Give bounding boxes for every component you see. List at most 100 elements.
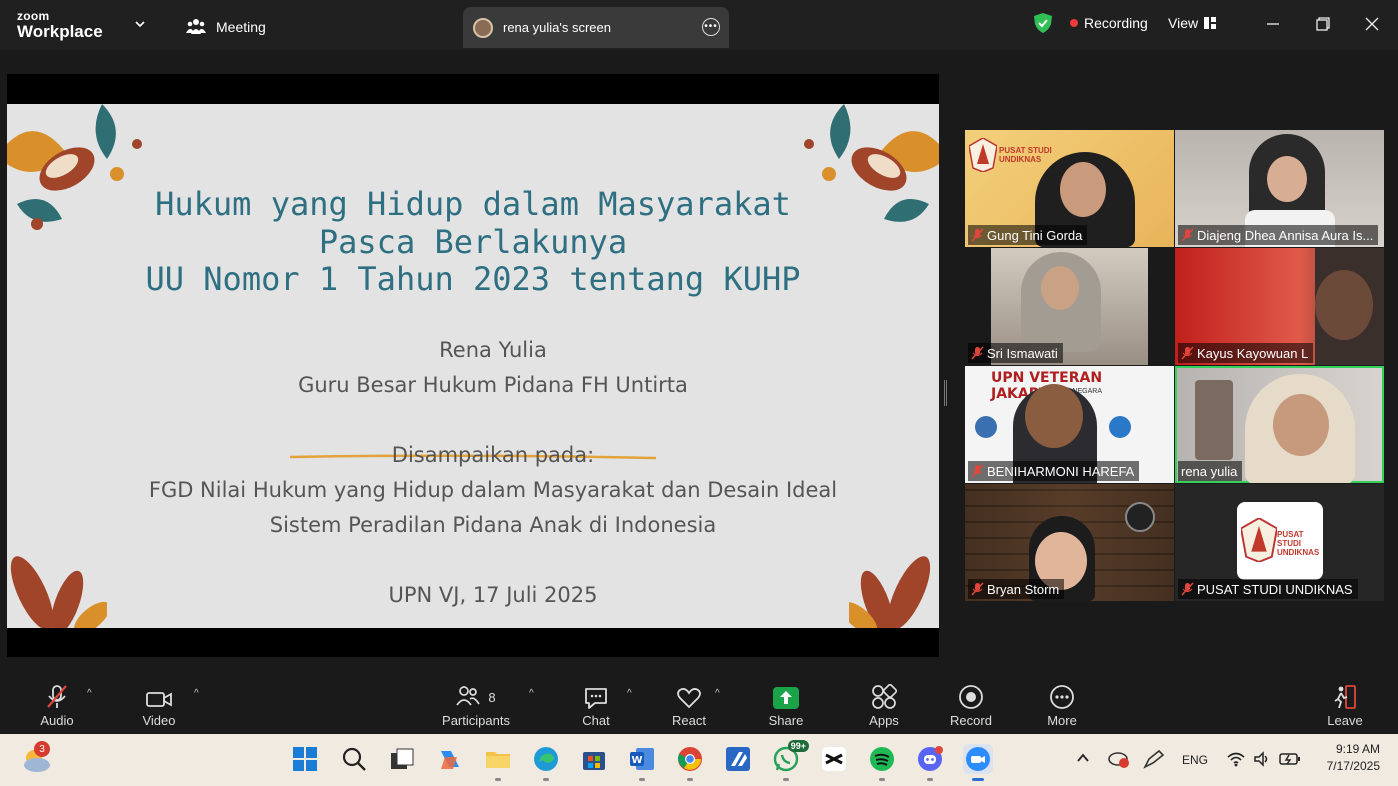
view-button[interactable]: View [1168,15,1217,31]
pen-icon[interactable] [1143,749,1165,769]
edge-icon [534,747,558,771]
video-tile[interactable]: PUSAT STUDI UNDIKNAS PUSAT STUDI UNDIKNAS [1175,484,1384,601]
person-face [1273,394,1329,456]
running-indicator [783,778,789,781]
recording-indicator[interactable]: Recording [1070,15,1148,31]
tab-shared-screen[interactable]: rena yulia's screen ••• [463,7,729,48]
record-button[interactable]: Record [948,680,994,734]
chevron-down-icon[interactable] [133,17,147,31]
react-label: React [672,713,706,728]
video-tile[interactable]: Bryan Storm [965,484,1174,601]
profile-picture: PUSAT STUDI UNDIKNAS [1237,502,1323,580]
video-options-caret-icon[interactable]: ^ [194,688,199,699]
video-tile-active-speaker[interactable]: rena yulia [1175,366,1384,483]
chat-label: Chat [582,713,610,728]
video-tile[interactable]: UPN VETERAN JAKARTA BELA NEGARA BENIHARM… [965,366,1174,483]
undiknas-logo-icon [1241,518,1277,562]
battery-icon[interactable] [1279,751,1301,767]
minimize-button[interactable] [1263,14,1283,34]
logo-bottom: Workplace [17,22,103,41]
chat-button[interactable]: Chat [578,680,614,734]
apps-button[interactable]: Apps [864,680,904,734]
zoom-icon [966,747,990,771]
tile-logo-line: UNDIKNAS [999,154,1042,164]
leave-button[interactable]: Leave [1325,680,1365,734]
chrome-app[interactable] [675,744,705,781]
participant-nameplate: Sri Ismawati [968,343,1063,363]
person-face [1267,156,1307,202]
more-label: More [1047,713,1077,728]
view-label: View [1168,15,1199,31]
start-button[interactable] [290,744,320,774]
slide-presenter: Rena Yulia [439,338,547,362]
profile-logo-text: PUSAT STUDI UNDIKNAS [1277,530,1323,558]
participant-name: Bryan Storm [987,581,1060,597]
background-object [1195,380,1233,460]
record-label: Record [950,713,992,728]
share-screen-icon [773,687,799,709]
onedrive-icon[interactable] [1108,749,1130,769]
blu-logo-icon [1109,416,1131,438]
presentation-slide[interactable]: Hukum yang Hidup dalam Masyarakat Pasca … [7,104,939,628]
whatsapp-app[interactable]: 99+ [771,740,809,781]
slide-event-line: FGD Nilai Hukum yang Hidup dalam Masyara… [148,478,838,502]
word-icon: W [630,748,654,770]
file-explorer-app[interactable] [483,744,513,781]
more-button[interactable]: More [1042,680,1082,734]
participant-nameplate: Kayus Kayowuan L [1178,343,1314,363]
recording-label: Recording [1084,15,1148,31]
chat-icon [585,688,607,709]
video-tile[interactable]: Kayus Kayowuan L [1175,248,1384,365]
splitter-handle[interactable] [944,380,947,406]
chat-options-caret-icon[interactable]: ^ [627,688,632,699]
shield-check-icon[interactable] [1034,13,1052,33]
spotify-app[interactable] [867,744,897,781]
mic-off-icon [1181,346,1194,360]
participant-nameplate: rena yulia [1178,461,1243,481]
language-indicator[interactable]: ENG [1182,753,1208,767]
close-button[interactable] [1362,14,1382,34]
running-indicator [879,778,885,781]
video-tile[interactable]: PUSAT STUDI UNDIKNAS Gung Tini Gorda [965,130,1174,247]
store-app[interactable] [579,744,609,774]
word-app[interactable]: W [627,744,657,781]
video-button[interactable]: Video [138,680,180,734]
volume-icon[interactable] [1253,751,1271,767]
avatar [473,17,493,38]
chevron-up-icon[interactable] [1076,751,1090,765]
task-view-button[interactable] [387,744,417,774]
participant-nameplate: Bryan Storm [968,579,1065,599]
zoom-logo: zoom Workplace [17,10,103,40]
store-icon [583,752,605,770]
audio-options-caret-icon[interactable]: ^ [87,688,92,699]
edge-app[interactable] [531,744,561,781]
audio-button[interactable]: Audio [36,680,78,734]
search-button[interactable] [339,744,369,774]
video-tile[interactable]: Sri Ismawati [965,248,1174,365]
zoom-app[interactable] [963,744,993,781]
restore-button[interactable] [1313,14,1333,34]
copilot-icon [441,751,459,769]
participant-nameplate: PUSAT STUDI UNDIKNAS [1178,579,1358,599]
people-icon [186,19,206,34]
weather-widget[interactable]: 3 [20,741,52,774]
participants-options-caret-icon[interactable]: ^ [529,688,534,699]
react-button[interactable]: React [669,680,709,734]
participants-label: Participants [442,713,510,728]
spotify-icon [870,747,894,771]
capcut-app[interactable] [819,744,849,774]
clock[interactable]: 9:19 AM 7/17/2025 [1310,742,1380,773]
discord-app[interactable] [915,744,945,781]
vscode-app[interactable] [723,744,753,774]
slide-title-line: Pasca Berlakunya [318,222,628,261]
share-button[interactable]: Share [766,680,806,734]
windows-taskbar: 3 W 99+ ENG 9:19 AM 7/17/2025 [0,734,1398,786]
react-options-caret-icon[interactable]: ^ [715,688,720,699]
participants-button[interactable]: 8 Participants [440,680,512,734]
wifi-icon[interactable] [1227,751,1245,767]
weather-badge: 3 [34,741,50,757]
copilot-app[interactable] [435,744,465,774]
tab-meeting[interactable]: Meeting [186,14,266,40]
video-tile[interactable]: Diajeng Dhea Annisa Aura Is... [1175,130,1384,247]
more-options-icon[interactable]: ••• [702,18,720,36]
